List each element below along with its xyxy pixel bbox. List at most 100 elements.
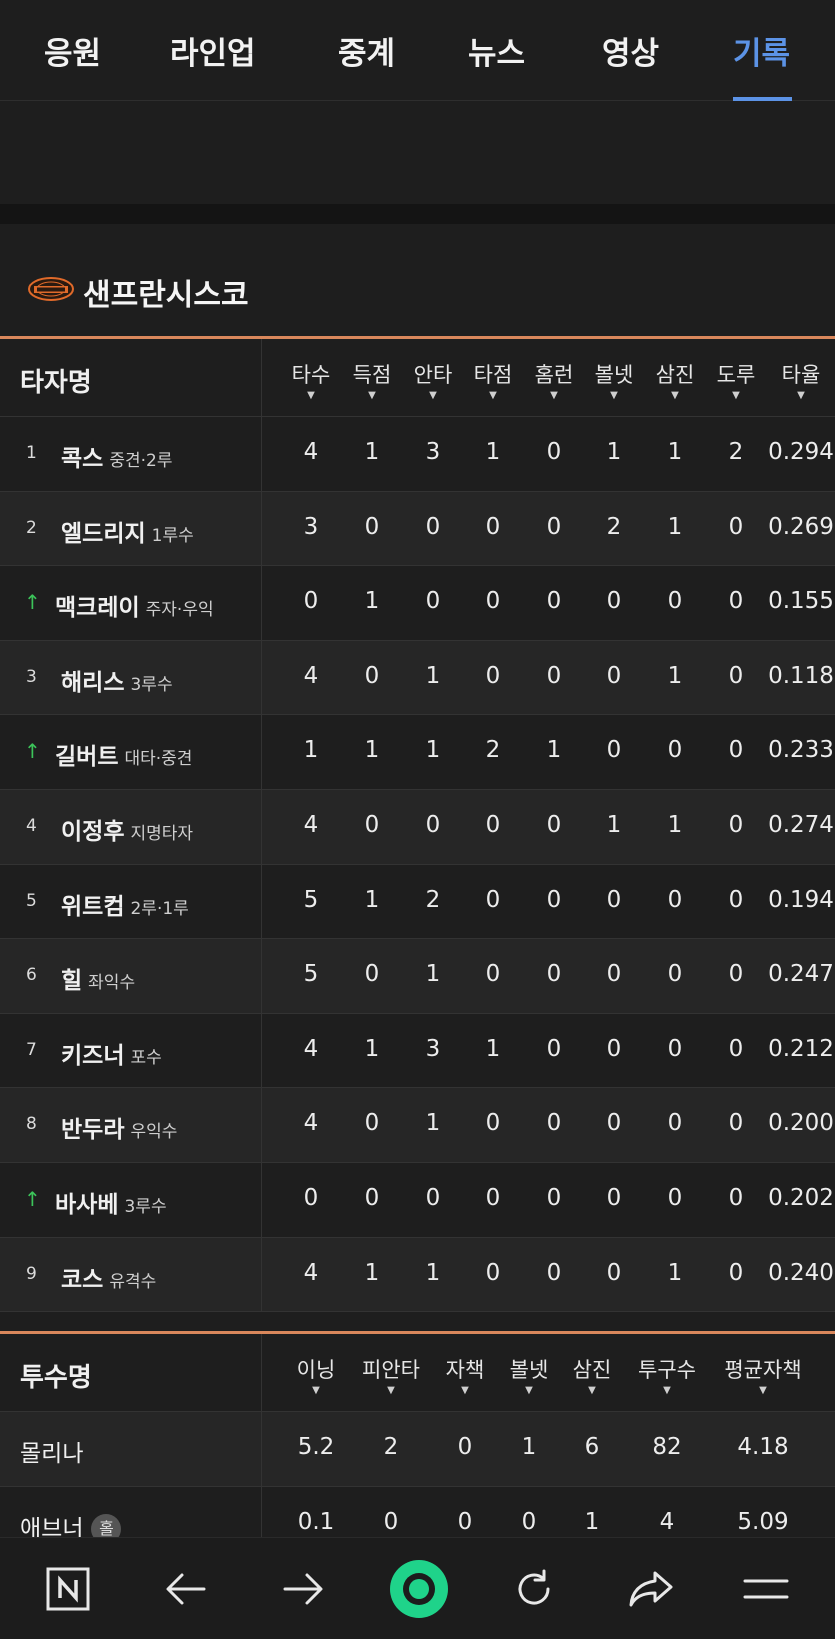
batting-column-header[interactable]: 볼넷 ▼: [595, 359, 634, 401]
player-name[interactable]: 엘드리지 1루수: [61, 514, 194, 548]
pitching-column-header[interactable]: 자책 ▼: [446, 1354, 485, 1396]
player-name[interactable]: 맥크레이 주자·우익: [55, 588, 214, 622]
stat-cell: 0: [546, 1184, 562, 1211]
pitcher-name[interactable]: 몰리나: [20, 1434, 83, 1468]
batter-row[interactable]: 2 엘드리지 1루수 3 0 0 0 0 2 1 0 0.269: [0, 491, 835, 567]
stat-cell: 3: [425, 439, 441, 465]
pitching-column-header[interactable]: 이닝 ▼: [297, 1354, 336, 1396]
tab-records[interactable]: 기록: [733, 28, 790, 73]
batting-column-header[interactable]: 득점 ▼: [353, 359, 392, 401]
pitching-column-header[interactable]: 피안타 ▼: [362, 1354, 420, 1396]
batter-row[interactable]: ↑ 바사베 3루수 0 0 0 0 0 0 0 0 0.202: [0, 1162, 835, 1238]
sort-arrow-icon: ▼: [387, 1385, 395, 1396]
menu-icon[interactable]: [738, 1561, 794, 1617]
batter-row[interactable]: 9 코스 유격수 4 1 1 0 0 0 1 0 0.240: [0, 1237, 835, 1313]
batting-column-header[interactable]: 타율 ▼: [782, 359, 821, 401]
player-position: 유격수: [109, 1271, 157, 1292]
tab-cheer[interactable]: 응원: [44, 28, 101, 73]
stat-cell: 2: [383, 1434, 399, 1460]
sort-arrow-icon: ▼: [671, 390, 679, 401]
forward-arrow-icon[interactable]: [275, 1561, 331, 1617]
player-name[interactable]: 키즈너 포수: [61, 1036, 162, 1070]
column-header-label: 타점: [473, 363, 513, 387]
player-name[interactable]: 길버트 대타·중견: [55, 737, 192, 771]
tab-video[interactable]: 영상: [602, 28, 659, 73]
sort-arrow-icon: ▼: [550, 390, 558, 401]
stat-cell: 1: [485, 1035, 501, 1062]
batting-column-header[interactable]: 도루 ▼: [717, 359, 756, 401]
sort-arrow-icon: ▼: [368, 390, 376, 401]
batter-row[interactable]: 3 해리스 3루수 4 0 1 0 0 0 1 0 0.118: [0, 640, 835, 716]
stat-cell: 0: [364, 961, 380, 988]
stat-cell: 0: [667, 886, 683, 913]
pitching-column-header[interactable]: 삼진 ▼: [573, 1354, 612, 1396]
pitching-column-header[interactable]: 평균자책 ▼: [724, 1354, 801, 1396]
stat-cell: 1: [364, 439, 380, 465]
stat-cell: 0: [457, 1434, 473, 1460]
column-header-label: 득점: [352, 363, 392, 387]
batter-row[interactable]: 5 위트컴 2루·1루 5 1 2 0 0 0 0 0 0.194: [0, 864, 835, 940]
player-name-text: 이정후: [61, 818, 125, 845]
column-header-label: 자책: [445, 1358, 485, 1382]
batting-order: 5: [26, 890, 37, 911]
batter-row[interactable]: 4 이정후 지명타자 4 0 0 0 0 1 1 0 0.274: [0, 789, 835, 865]
stat-cell: 1: [667, 811, 683, 838]
batting-column-header[interactable]: 삼진 ▼: [656, 359, 695, 401]
stat-cell: 1: [667, 439, 683, 465]
back-arrow-icon[interactable]: [158, 1561, 214, 1617]
stat-cell: 0: [425, 811, 441, 838]
player-name[interactable]: 이정후 지명타자: [61, 812, 193, 846]
batting-column-header[interactable]: 안타 ▼: [414, 359, 453, 401]
substitute-arrow-icon: ↑: [24, 739, 41, 764]
batting-column-header[interactable]: 홈런 ▼: [535, 359, 574, 401]
player-name-text: 맥크레이: [55, 595, 140, 622]
tab-lineup[interactable]: 라인업: [170, 28, 256, 73]
batter-row[interactable]: 7 키즈너 포수 4 1 3 1 0 0 0 0 0.212: [0, 1013, 835, 1089]
player-name[interactable]: 반두라 우익수: [61, 1110, 177, 1144]
pitcher-row[interactable]: 몰리나 5.2 2 0 1 6 82 4.18: [0, 1412, 835, 1487]
stat-cell: 0: [606, 737, 622, 764]
player-name[interactable]: 위트컴 2루·1루: [61, 887, 189, 921]
player-name[interactable]: 코스 유격수: [61, 1260, 156, 1294]
stat-cell: 4: [659, 1508, 675, 1535]
batter-row[interactable]: 1 콕스 중견·2루 4 1 3 1 0 1 1 2 0.294: [0, 417, 835, 492]
sort-arrow-icon: ▼: [307, 390, 315, 401]
stat-cell: 0: [667, 737, 683, 764]
batter-name-cell: 9 코스 유격수: [0, 1237, 262, 1312]
stat-cell: 0: [364, 811, 380, 838]
pitcher-name-header-cell: 투수명: [0, 1334, 262, 1411]
tab-news[interactable]: 뉴스: [468, 28, 525, 73]
player-name[interactable]: 바사베 3루수: [55, 1185, 167, 1219]
batting-column-header[interactable]: 타점 ▼: [474, 359, 513, 401]
batter-name-header: 타자명: [20, 368, 92, 398]
player-name-text: 키즈너: [61, 1042, 125, 1069]
stat-cell: 4: [303, 1259, 319, 1286]
player-name[interactable]: 힐 좌익수: [61, 961, 135, 995]
tab-broadcast[interactable]: 중계: [338, 28, 395, 73]
stat-cell: 0: [546, 439, 562, 465]
player-name[interactable]: 콕스 중견·2루: [61, 439, 172, 473]
pitching-column-header[interactable]: 볼넷 ▼: [510, 1354, 549, 1396]
substitute-arrow-icon: ↑: [24, 1186, 41, 1211]
pitching-column-header[interactable]: 투구수 ▼: [638, 1354, 696, 1396]
batting-order: 3: [26, 666, 37, 687]
naver-n-icon[interactable]: [40, 1561, 96, 1617]
stat-cell: 0: [728, 737, 744, 764]
batter-row[interactable]: 8 반두라 우익수 4 0 1 0 0 0 0 0 0.200: [0, 1088, 835, 1163]
batter-row[interactable]: ↑ 맥크레이 주자·우익 0 1 0 0 0 0 0 0 0.155: [0, 566, 835, 641]
batting-order: 9: [26, 1263, 37, 1284]
green-dot-icon[interactable]: [389, 1559, 449, 1619]
column-header-label: 삼진: [572, 1358, 612, 1382]
giants-logo-icon: [28, 277, 74, 301]
batter-row[interactable]: 6 힐 좌익수 5 0 1 0 0 0 0 0 0.247: [0, 939, 835, 1014]
batting-column-header[interactable]: 타수 ▼: [292, 359, 331, 401]
batter-row[interactable]: ↑ 길버트 대타·중견 1 1 1 2 1 0 0 0 0.233: [0, 715, 835, 790]
batter-name-cell: ↑ 바사베 3루수: [0, 1162, 262, 1237]
column-header-label: 타율: [781, 363, 821, 387]
sort-arrow-icon: ▼: [461, 1385, 469, 1396]
stat-cell: 0: [728, 961, 744, 988]
refresh-icon[interactable]: [506, 1561, 562, 1617]
player-name[interactable]: 해리스 3루수: [61, 663, 173, 697]
batting-rows: 1 콕스 중견·2루 4 1 3 1 0 1 1 2 0.294 2 엘드리지 1루수 3 0 0 0 0 2 1 0 0.2…: [0, 417, 835, 1313]
share-icon[interactable]: [623, 1561, 679, 1617]
